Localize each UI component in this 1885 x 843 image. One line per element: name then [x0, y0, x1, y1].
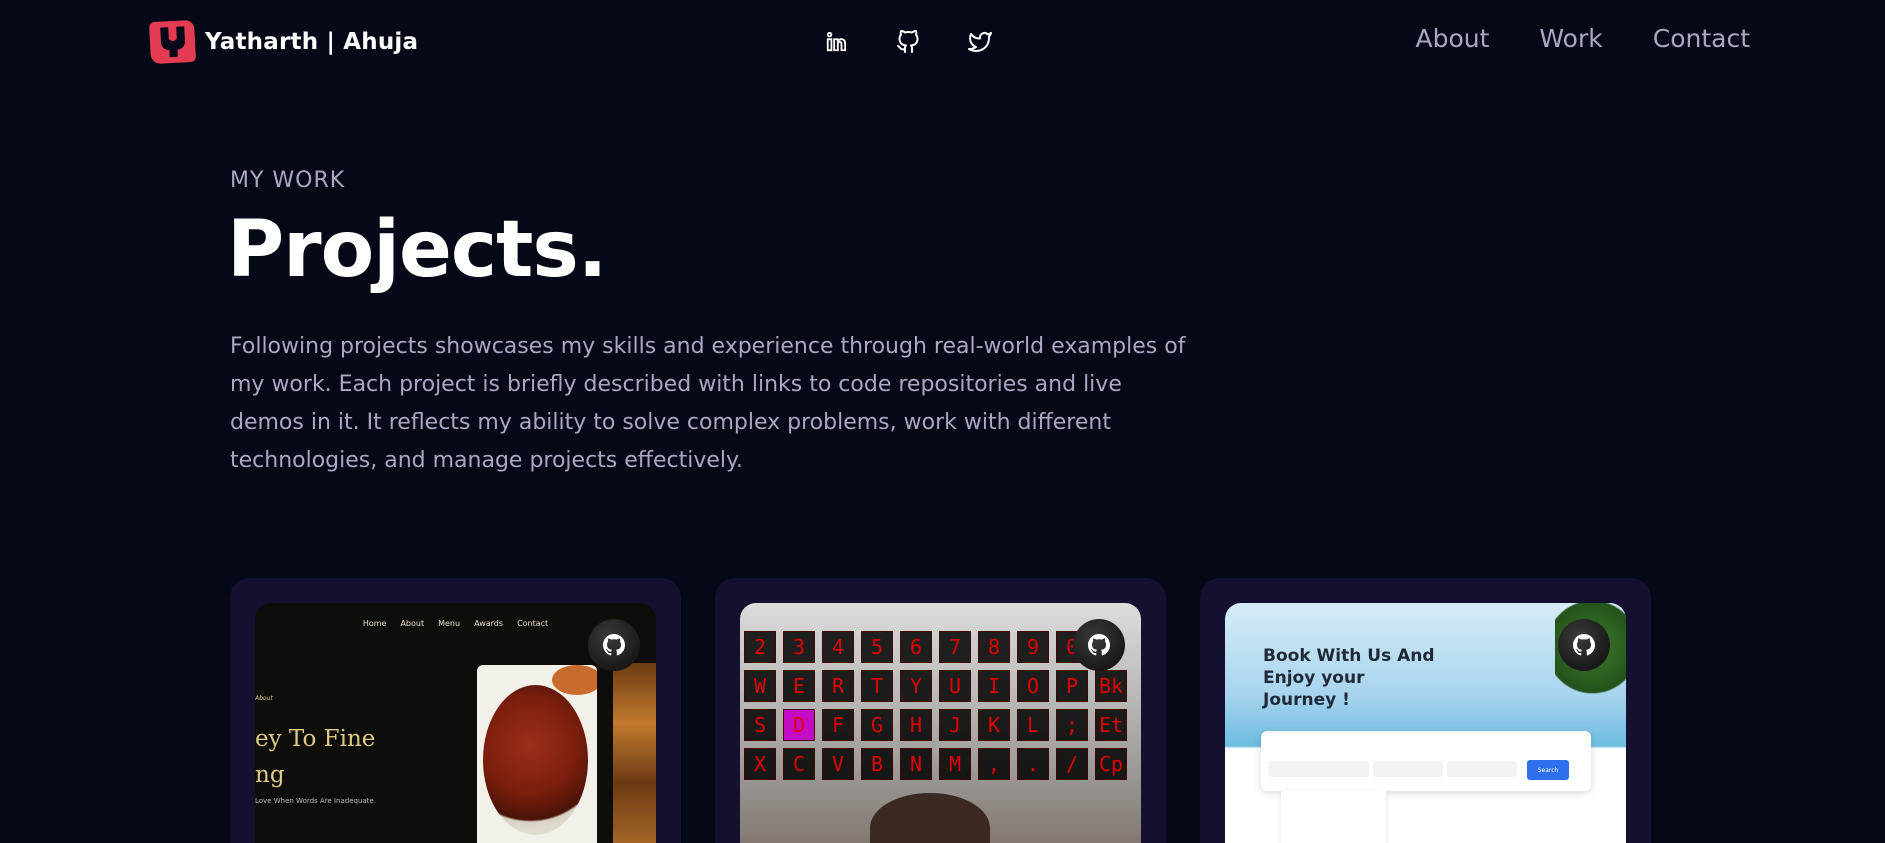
preview-nav-item: About: [400, 619, 425, 628]
keyboard-key: H: [900, 709, 932, 741]
social-links: [822, 28, 994, 56]
brand-name: Yatharth | Ahuja: [205, 29, 419, 55]
keyboard-key: 7: [939, 631, 971, 663]
preview-heading-line: ey To Fine: [255, 726, 376, 752]
github-icon: [603, 634, 625, 656]
keyboard-key: O: [1017, 670, 1049, 702]
keyboard-key: 9: [1017, 631, 1049, 663]
section-title: Projects.: [227, 205, 607, 295]
github-icon: [1573, 634, 1595, 656]
project-preview-image: Home About Menu Awards Contact About ey …: [255, 603, 656, 843]
webcam-person: [870, 793, 990, 843]
preview-field: [1269, 761, 1369, 777]
nav-links: About Work Contact: [1416, 24, 1751, 53]
project-preview-image: 2 3 4 5 6 7 8 9 0 W E R T Y U I O P Bk S D F G H J K L; Et X C V B N M,. /…: [740, 603, 1141, 843]
nav-link-contact[interactable]: Contact: [1653, 24, 1750, 53]
preview-nav-item: Awards: [474, 619, 504, 628]
preview-heading: ey To Fine ng: [255, 721, 375, 793]
navbar: Yatharth | Ahuja About Work Contact: [0, 0, 1885, 84]
keyboard-key: ,: [978, 748, 1010, 780]
keyboard-key: 5: [861, 631, 893, 663]
keyboard-key: Et: [1095, 709, 1127, 741]
keyboard-key: N: [900, 748, 932, 780]
preview-search-button: Search: [1527, 760, 1569, 780]
keyboard-key: Cp: [1095, 748, 1127, 780]
nav-link-about[interactable]: About: [1416, 24, 1490, 53]
keyboard-key: Bk: [1095, 670, 1127, 702]
keyboard-key: X: [744, 748, 776, 780]
project-card[interactable]: 2 3 4 5 6 7 8 9 0 W E R T Y U I O P Bk S D F G H J K L; Et X C V B N M,. /…: [715, 578, 1166, 843]
keyboard-key: K: [978, 709, 1010, 741]
keyboard-key: S: [744, 709, 776, 741]
keyboard-key: D: [783, 709, 815, 741]
keyboard-key: /: [1056, 748, 1088, 780]
linkedin-icon[interactable]: [822, 28, 850, 56]
keyboard-key: B: [861, 748, 893, 780]
keyboard-key: W: [744, 670, 776, 702]
preview-eyebrow: About: [255, 695, 273, 702]
keyboard-key: R: [822, 670, 854, 702]
github-icon[interactable]: [894, 28, 922, 56]
keyboard-key: F: [822, 709, 854, 741]
preview-nav-item: Home: [362, 619, 387, 628]
food-plate-image: [477, 665, 597, 843]
keyboard-key: .: [1017, 748, 1049, 780]
preview-field: [1373, 761, 1443, 777]
logo: [148, 19, 197, 65]
preview-nav-item: Menu: [438, 619, 461, 628]
preview-field: [1447, 761, 1517, 777]
keyboard-key: M: [939, 748, 971, 780]
keyboard-key: ;: [1056, 709, 1088, 741]
keyboard-key: 3: [783, 631, 815, 663]
keyboard-key: 8: [978, 631, 1010, 663]
github-icon: [1088, 634, 1110, 656]
project-card[interactable]: Home About Menu Awards Contact About ey …: [230, 578, 681, 843]
preview-heading: Book With Us And Enjoy your Journey !: [1263, 646, 1435, 710]
keyboard-key: I: [978, 670, 1010, 702]
keyboard-key: L: [1017, 709, 1049, 741]
keyboard-key: Y: [900, 670, 932, 702]
booking-search-box: Search: [1261, 731, 1591, 791]
keyboard-key: G: [861, 709, 893, 741]
preview-nav-item: Contact: [517, 619, 549, 628]
preview-dropdown: [1281, 791, 1386, 843]
section-eyebrow: MY WORK: [230, 168, 346, 193]
keyboard-key: E: [783, 670, 815, 702]
keyboard-key: T: [861, 670, 893, 702]
nav-link-work[interactable]: Work: [1539, 24, 1602, 53]
keyboard-key: P: [1056, 670, 1088, 702]
github-link-button[interactable]: [1073, 619, 1125, 671]
github-link-button[interactable]: [588, 619, 640, 671]
preview-heading-line: ng: [255, 762, 285, 788]
keyboard-key: V: [822, 748, 854, 780]
logo-y-icon: [159, 26, 185, 58]
keyboard-key: 4: [822, 631, 854, 663]
keyboard-key: 2: [744, 631, 776, 663]
github-link-button[interactable]: [1558, 619, 1610, 671]
brand-link[interactable]: Yatharth | Ahuja: [148, 19, 419, 65]
project-card[interactable]: Book With Us And Enjoy your Journey ! Se…: [1200, 578, 1651, 843]
keyboard-key: C: [783, 748, 815, 780]
food-skewer-image: [613, 663, 656, 843]
section-description: Following projects showcases my skills a…: [230, 334, 1186, 473]
preview-subtext: Love When Words Are Inadequate.: [255, 797, 376, 805]
keyboard-key: J: [939, 709, 971, 741]
keyboard-key: U: [939, 670, 971, 702]
keyboard-key: 6: [900, 631, 932, 663]
project-preview-image: Book With Us And Enjoy your Journey ! Se…: [1225, 603, 1626, 843]
twitter-icon[interactable]: [966, 28, 994, 56]
